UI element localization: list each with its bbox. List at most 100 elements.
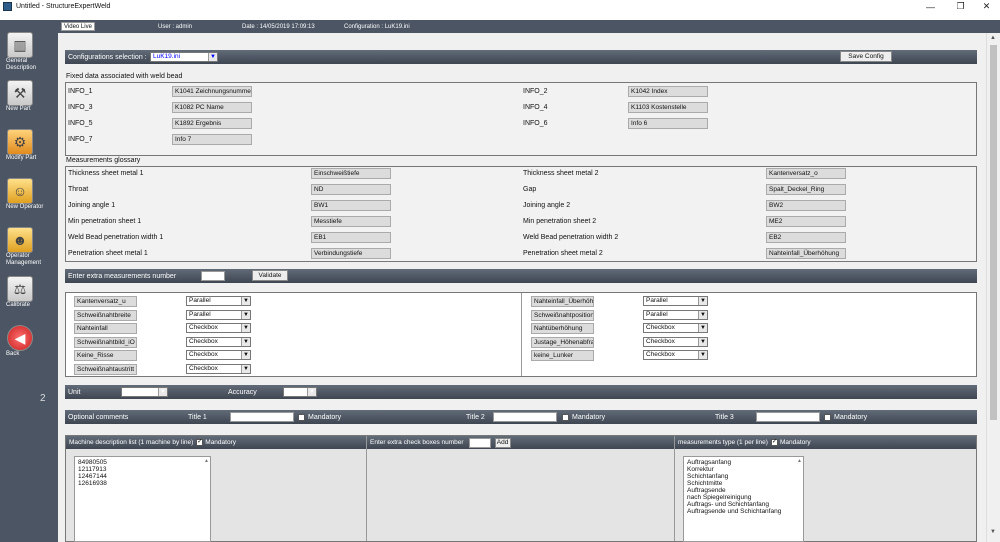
measurement-name[interactable]: Justage_Höhenabfra <box>531 337 594 348</box>
machine-list-textarea[interactable]: 84980505 12117913 12467144 12616938 ▲ <box>74 456 211 542</box>
measurement-type-select[interactable]: Parallel ▼ <box>186 310 251 320</box>
measurement-type-select[interactable]: Parallel ▼ <box>643 296 708 306</box>
config-bar: Configurations selection : LuK19.ini ▼ Sa… <box>65 50 977 64</box>
extra-checkbox-count-input[interactable] <box>468 437 491 448</box>
glossary-value[interactable]: ME2 <box>766 216 846 227</box>
measurement-type-mandatory-checkbox[interactable]: ✓ <box>770 439 778 446</box>
unit-select[interactable]: millimeters ▼ <box>121 387 168 397</box>
restore-button[interactable]: ❐ <box>947 0 974 13</box>
title-1-mandatory-checkbox[interactable] <box>298 414 305 421</box>
measurement-type-select[interactable]: Checkbox ▼ <box>186 364 251 374</box>
measurement-type-value: Checkbox <box>189 338 218 345</box>
title-2-input[interactable] <box>493 412 557 422</box>
glossary-value[interactable]: Messtiefe <box>311 216 391 227</box>
sidebar-item-back[interactable]: ◀ Back <box>2 323 57 369</box>
measurement-name[interactable]: keine_Lunker <box>531 350 594 361</box>
measurement-type-select[interactable]: Checkbox ▼ <box>643 337 708 347</box>
measurement-type-header: measurements type (1 per line) ✓ Mandato… <box>675 436 976 449</box>
unit-value: millimeters <box>124 388 156 395</box>
measurement-type-select[interactable]: Checkbox ▼ <box>643 350 708 360</box>
measurement-type-value: Parallel <box>189 311 211 318</box>
glossary-value[interactable]: Nahteinfall_Überhöhung <box>766 248 846 259</box>
measurement-name[interactable]: Nahtüberhöhung <box>531 323 594 334</box>
add-button[interactable]: Add <box>494 437 511 448</box>
measurement-type-select[interactable]: Checkbox ▼ <box>643 323 708 333</box>
video-live-tab[interactable]: Video Live <box>61 22 95 31</box>
measurement-name[interactable]: Nahteinfall <box>74 323 137 334</box>
measurement-type-textarea[interactable]: Auftragsanfang Korrektur Schichtanfang S… <box>683 456 804 542</box>
measurement-type-value: Checkbox <box>646 324 675 331</box>
sidebar-item-label: New Operator <box>6 204 44 210</box>
main-content: Configurations selection : LuK19.ini ▼ Sa… <box>58 33 986 542</box>
measurement-type-select[interactable]: Checkbox ▼ <box>186 350 251 360</box>
measurement-type-select[interactable]: Parallel ▼ <box>643 310 708 320</box>
title-2-mandatory-checkbox[interactable] <box>562 414 569 421</box>
measurement-type-line: Schichtanfang <box>687 473 729 480</box>
info-label: INFO_1 <box>68 88 93 95</box>
chevron-down-icon: ▼ <box>307 388 316 396</box>
sidebar-item-new-operator[interactable]: ☺ New Operator <box>2 176 57 222</box>
app-icon <box>3 2 12 11</box>
operators-icon: ☻ <box>7 227 33 253</box>
glossary-value[interactable]: BW2 <box>766 200 846 211</box>
measurement-type-select[interactable]: Checkbox ▼ <box>186 337 251 347</box>
measurement-type-select[interactable]: Checkbox ▼ <box>186 323 251 333</box>
glossary-value[interactable]: EB2 <box>766 232 846 243</box>
measurement-type-value: Checkbox <box>189 351 218 358</box>
scroll-up-icon[interactable]: ▲ <box>204 458 209 465</box>
glossary-value[interactable]: BW1 <box>311 200 391 211</box>
sidebar-item-label: Back <box>6 351 20 357</box>
chevron-down-icon: ▼ <box>158 388 167 396</box>
glossary-value[interactable]: Verbindungstiefe <box>311 248 391 259</box>
machine-mandatory-checkbox[interactable]: ✓ <box>196 439 204 446</box>
config-select[interactable]: LuK19.ini ▼ <box>150 52 218 62</box>
glossary-value[interactable]: EB1 <box>311 232 391 243</box>
scrollbar-thumb[interactable] <box>990 45 997 420</box>
title-1-input[interactable] <box>230 412 294 422</box>
glossary-label: Joining angle 2 <box>523 202 571 209</box>
measurement-name[interactable]: Schweißnahtaustritt <box>74 364 137 375</box>
sidebar-item-label: Calibrate <box>6 302 31 308</box>
measurement-type-line: Auftragsanfang <box>687 459 732 466</box>
sidebar-item-general-description[interactable]: ▥ General Description <box>2 30 57 76</box>
sidebar-item-new-part[interactable]: ⚒ New Part <box>2 78 57 124</box>
close-button[interactable]: ✕ <box>973 0 1000 13</box>
chevron-down-icon: ▼ <box>698 311 707 319</box>
extra-measurements-label: Enter extra measurements number <box>68 272 177 280</box>
measurement-name[interactable]: Schweißnahtposition <box>531 310 594 321</box>
minimize-button[interactable]: — <box>917 0 944 13</box>
measurement-name[interactable]: Schweißnahtbreite <box>74 310 137 321</box>
mandatory-label: Mandatory <box>834 413 868 421</box>
save-config-button[interactable]: Save Config <box>840 51 892 62</box>
glossary-value[interactable]: Spalt_Deckel_Ring <box>766 184 846 195</box>
sidebar-item-modify-part[interactable]: ⚙ Modify Part <box>2 127 57 173</box>
scroll-up-icon[interactable]: ▲ <box>990 35 996 41</box>
measurement-name[interactable]: Nahteinfall_Überhöhu <box>531 296 594 307</box>
sidebar-item-calibrate[interactable]: ⚖ Calibrate <box>2 274 57 320</box>
measurement-type-line: Korrektur <box>687 466 714 473</box>
unit-label: Unit <box>68 388 81 396</box>
title-3-input[interactable] <box>756 412 820 422</box>
scroll-down-icon[interactable]: ▼ <box>990 529 996 535</box>
vertical-scrollbar[interactable]: ▲ ▼ <box>986 33 1000 542</box>
extra-measurements-section: Kantenversatz_u Parallel ▼ Schweißnahtbre… <box>65 292 977 377</box>
accuracy-select[interactable]: 0.01 ▼ <box>283 387 317 397</box>
glossary-value[interactable]: Kantenversatz_o <box>766 168 846 179</box>
measurement-type-value: Checkbox <box>189 324 218 331</box>
measurement-name[interactable]: Schweißnahtbild_iO <box>74 337 137 348</box>
scroll-up-icon[interactable]: ▲ <box>797 458 802 465</box>
title-3-mandatory-checkbox[interactable] <box>824 414 831 421</box>
extra-measurements-input[interactable] <box>201 271 225 281</box>
wrench-icon: ⚒ <box>7 80 33 106</box>
mandatory-label: Mandatory <box>308 413 342 421</box>
sidebar-item-operator-management[interactable]: ☻ Operator Management <box>2 225 57 271</box>
glossary-value[interactable]: ND <box>311 184 391 195</box>
config-label: Configurations selection : <box>68 53 147 61</box>
machine-line: 12616938 <box>78 480 107 487</box>
measurement-name[interactable]: Kantenversatz_u <box>74 296 137 307</box>
validate-button[interactable]: Validate <box>252 270 288 281</box>
measurement-type-select[interactable]: Parallel ▼ <box>186 296 251 306</box>
glossary-label: Penetration sheet metal 2 <box>523 250 603 257</box>
glossary-value[interactable]: Einschweißtiefe <box>311 168 391 179</box>
measurement-name[interactable]: Keine_Risse <box>74 350 137 361</box>
